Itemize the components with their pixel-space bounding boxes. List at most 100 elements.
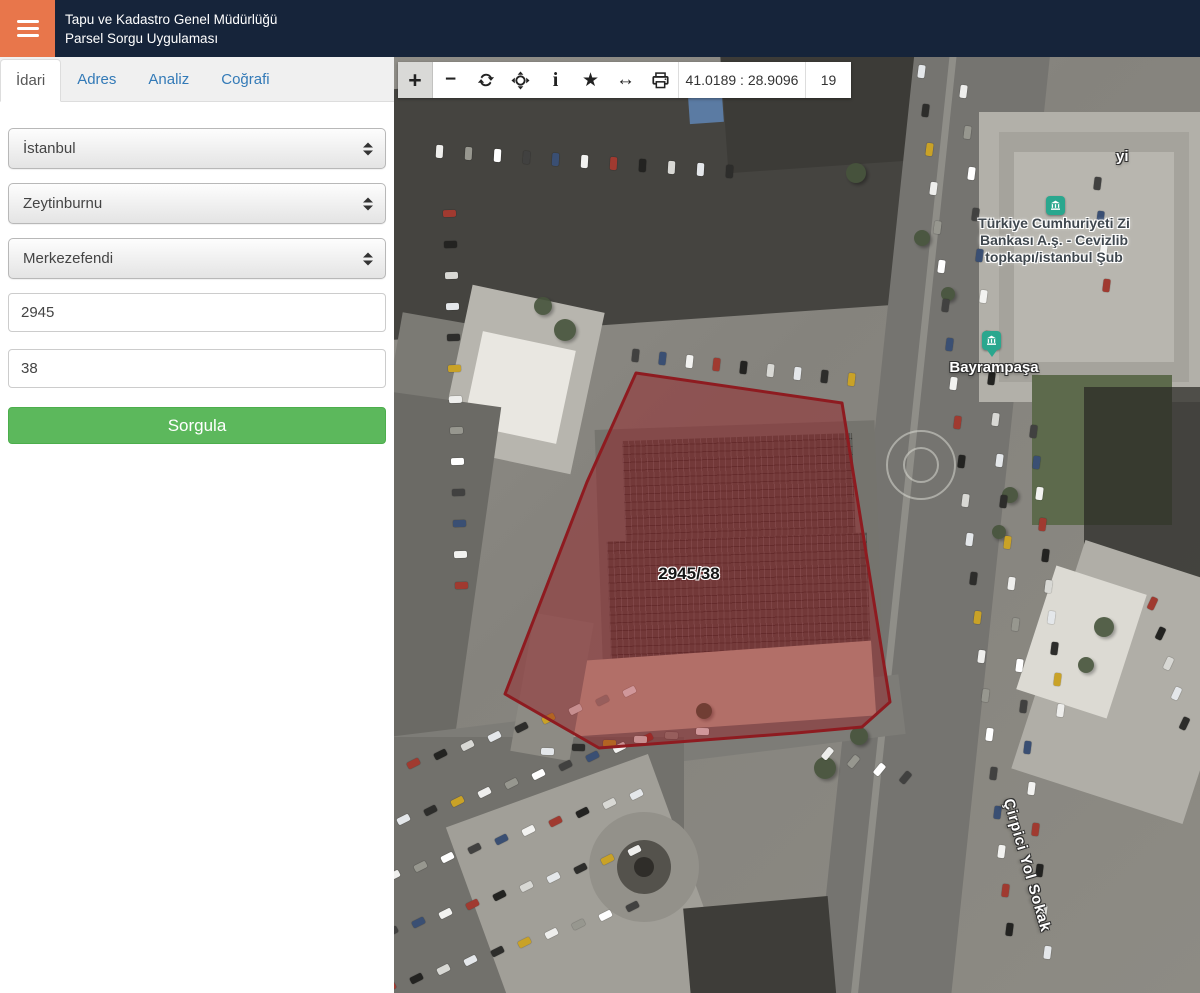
map-feature <box>1019 699 1028 714</box>
app-title-line2: Parsel Sorgu Uygulaması <box>65 30 219 46</box>
parcel-number-input[interactable] <box>8 349 386 388</box>
sorgula-submit-button[interactable]: Sorgula <box>8 407 386 444</box>
tab-cografi[interactable]: Coğrafi <box>205 58 285 101</box>
map-canvas[interactable]: yi Türkiye Cumhuriyeti Zi Bankası A.ş. -… <box>394 57 1200 993</box>
zoom-out-button[interactable]: − <box>433 62 468 98</box>
map-feature <box>453 550 468 559</box>
refresh-icon <box>477 73 494 87</box>
map-feature <box>634 857 654 877</box>
map-feature <box>981 688 990 703</box>
info-icon: i <box>552 68 559 91</box>
map-feature <box>664 731 679 740</box>
tab-bar: İdari Adres Analiz Coğrafi <box>0 57 394 102</box>
bayrampasa-poi-pin-icon[interactable] <box>982 331 1001 350</box>
map-feature <box>793 366 802 381</box>
map-feature <box>1043 945 1052 960</box>
map-feature <box>989 766 998 781</box>
map-feature <box>712 357 721 372</box>
map-feature <box>997 844 1006 859</box>
province-select[interactable]: İstanbul <box>8 128 386 169</box>
zoom-level-readout: 19 <box>805 62 851 98</box>
app-title: Tapu ve Kadastro Genel Müdürlüğü Parsel … <box>55 0 277 57</box>
map-feature <box>454 581 469 590</box>
map-feature <box>739 360 748 375</box>
pan-button[interactable] <box>503 62 538 98</box>
app-title-line1: Tapu ve Kadastro Genel Müdürlüğü <box>65 11 278 27</box>
map-feature <box>445 302 460 311</box>
block-number-input[interactable] <box>8 293 386 332</box>
map-feature <box>1007 576 1016 591</box>
map-feature <box>1094 617 1114 637</box>
map-feature <box>999 494 1008 509</box>
tab-idari[interactable]: İdari <box>0 59 62 102</box>
minus-icon: − <box>444 69 457 90</box>
map-feature <box>449 426 464 435</box>
map-feature <box>442 209 457 218</box>
map-feature <box>452 519 467 528</box>
map-feature <box>633 735 648 744</box>
district-select[interactable]: Zeytinburnu <box>8 183 386 224</box>
favorites-button[interactable]: ★ <box>573 62 608 98</box>
measure-button[interactable]: ↔ <box>608 62 643 98</box>
map-feature <box>443 240 458 249</box>
map-feature <box>1011 617 1020 632</box>
map-feature <box>683 895 840 993</box>
map-feature <box>658 351 667 366</box>
map-feature <box>725 164 734 179</box>
neighborhood-select[interactable]: Merkezefendi <box>8 238 386 279</box>
map-feature <box>1001 883 1010 898</box>
hamburger-icon <box>16 20 39 23</box>
map-feature <box>847 372 856 387</box>
map-feature <box>602 739 617 748</box>
map-feature <box>850 727 868 745</box>
parcel-query-form: İstanbul Zeytinburnu Merkezefendi Sorgul… <box>0 102 394 444</box>
map-feature <box>1039 904 1048 919</box>
map-feature <box>638 158 647 173</box>
map-feature <box>985 727 994 742</box>
map-feature <box>447 364 462 373</box>
tab-adres[interactable]: Adres <box>61 58 132 101</box>
coordinates-readout: 41.0189 : 28.9096 <box>678 62 805 98</box>
horizontal-arrows-icon: ↔ <box>616 69 635 90</box>
map-feature <box>534 297 552 315</box>
map-feature <box>444 271 459 280</box>
map-feature <box>696 162 705 177</box>
map-feature <box>522 150 531 165</box>
star-icon: ★ <box>581 69 600 91</box>
map-feature <box>696 703 712 719</box>
map-feature <box>446 333 461 342</box>
map-feature <box>1005 922 1014 937</box>
map-feature <box>464 146 473 161</box>
pan-icon <box>511 70 530 90</box>
map-feature <box>903 447 939 483</box>
hamburger-menu-button[interactable] <box>0 0 55 57</box>
zoom-in-button[interactable]: + <box>398 62 433 98</box>
map-feature <box>993 805 1002 820</box>
map-feature <box>571 743 586 752</box>
map-feature <box>450 457 465 466</box>
province-select-value: İstanbul <box>23 140 76 157</box>
bank-poi-icon[interactable] <box>1046 196 1065 215</box>
map-feature <box>914 230 930 246</box>
plus-icon: + <box>408 66 422 93</box>
select-arrows-icon <box>363 142 373 155</box>
map-feature <box>1003 535 1012 550</box>
select-arrows-icon <box>363 252 373 265</box>
map-feature <box>1078 657 1094 673</box>
map-feature <box>685 354 694 369</box>
printer-icon <box>652 71 669 88</box>
map-feature <box>667 160 676 175</box>
neighborhood-select-value: Merkezefendi <box>23 250 114 267</box>
map-feature <box>631 348 640 363</box>
map-feature <box>846 163 866 183</box>
print-button[interactable] <box>643 62 678 98</box>
info-button[interactable]: i <box>538 62 573 98</box>
tab-analiz[interactable]: Analiz <box>132 58 205 101</box>
map-feature <box>609 156 618 171</box>
map-feature <box>435 144 444 159</box>
refresh-button[interactable] <box>468 62 503 98</box>
map-feature <box>551 152 560 167</box>
map-feature <box>1031 822 1040 837</box>
satellite-imagery <box>394 57 1200 993</box>
map-feature <box>451 488 466 497</box>
